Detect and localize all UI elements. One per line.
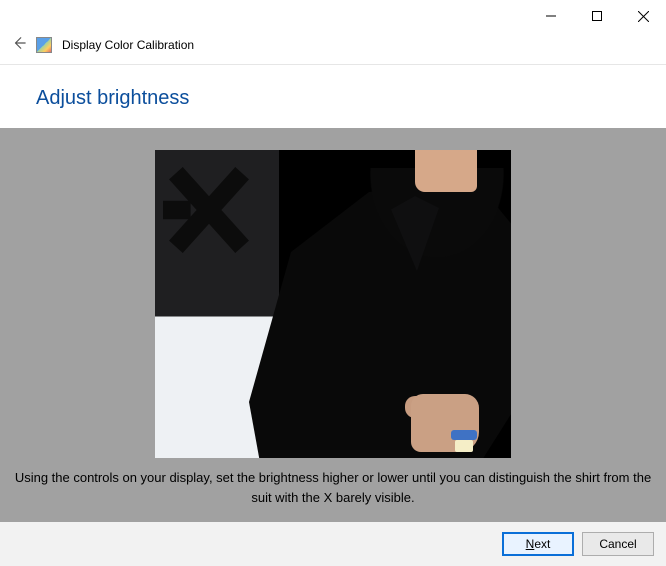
- calibration-stage: Using the controls on your display, set …: [0, 128, 666, 522]
- cancel-button[interactable]: Cancel: [582, 532, 654, 556]
- close-icon: [638, 11, 649, 22]
- back-button[interactable]: [12, 36, 26, 55]
- next-rest: ext: [534, 537, 550, 551]
- back-arrow-icon: [12, 36, 26, 50]
- maximize-button[interactable]: [574, 2, 620, 30]
- minimize-icon: [546, 11, 556, 21]
- maximize-icon: [592, 11, 602, 21]
- minimize-button[interactable]: [528, 2, 574, 30]
- pen-ring: [451, 430, 477, 440]
- next-button[interactable]: Next: [502, 532, 574, 556]
- pen-tip: [455, 440, 473, 452]
- app-icon: [36, 37, 52, 53]
- instruction-text: Using the controls on your display, set …: [6, 458, 660, 508]
- footer: Next Cancel: [0, 522, 666, 566]
- close-button[interactable]: [620, 2, 666, 30]
- x-mark: [163, 164, 255, 256]
- sample-image: [155, 150, 511, 458]
- neck-shape: [415, 150, 477, 192]
- page-heading: Adjust brightness: [0, 65, 666, 128]
- app-title: Display Color Calibration: [62, 38, 194, 52]
